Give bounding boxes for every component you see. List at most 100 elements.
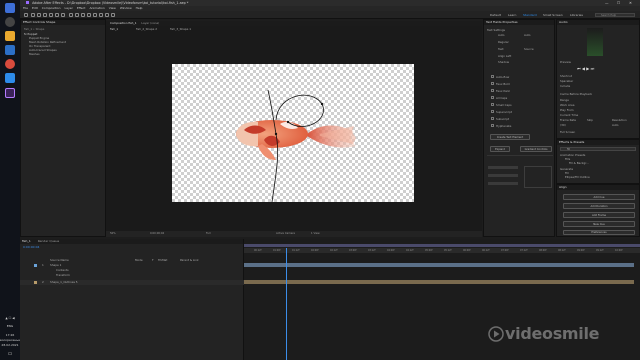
help-search-input[interactable]: Search Help [595,13,635,17]
effect-ellipse-fill[interactable]: Ellipse/Fill Outline [565,175,590,179]
zoom-tool-icon[interactable] [43,13,47,17]
roto-tool-icon[interactable] [105,13,109,17]
menu-layer[interactable]: Layer [65,6,73,10]
render-queue-tab[interactable]: Render Queue [38,239,60,243]
camera-dropdown[interactable]: Active Camera [276,231,295,237]
timeline-timecode[interactable]: 0:00:00:04 [23,245,39,249]
menu-composition[interactable]: Composition [42,6,61,10]
effect-controls-tab[interactable]: Effect Controls Shape [21,20,105,25]
add-frame-button[interactable]: Add Frame [563,212,635,218]
menu-edit[interactable]: Edit [32,6,38,10]
subtab-fish-1[interactable]: fish_1 [110,27,118,31]
tab-layer[interactable]: Layer (none) [141,21,159,25]
subtab-fish-2[interactable]: fish_2_Shape 2 [136,27,157,31]
range-dropdown[interactable]: Work Area [560,103,574,107]
path-vertex-2[interactable] [286,120,290,124]
browser-icon[interactable] [5,45,15,55]
auto-flow-checkbox[interactable] [491,75,494,78]
effects-search-input[interactable]: fill [560,147,636,151]
tab-composition[interactable]: Composition fish_1 [110,21,137,25]
effects-tab[interactable]: Effects & Presets [557,140,639,145]
camera-tool-icon[interactable] [55,13,59,17]
layer-bar-2[interactable] [244,280,634,284]
preferences-button[interactable]: Preferences [563,230,635,235]
clone-tool-icon[interactable] [93,13,97,17]
menu-view[interactable]: View [109,6,116,10]
small-caps-checkbox[interactable] [491,103,494,106]
workspace-default[interactable]: Default [490,12,501,18]
after-effects-taskbar-icon[interactable] [5,88,15,98]
new-cue-button[interactable]: New Cue [563,221,635,227]
expand-button[interactable]: Expand [490,146,510,152]
menu-window[interactable]: Window [120,6,132,10]
telegram-icon[interactable] [5,73,15,83]
gradient-controls-button[interactable]: Gradient Controls [520,146,552,152]
faux-bold-checkbox[interactable] [491,82,494,85]
cache-before-playback[interactable]: Cache Before Playback [560,92,592,96]
path-vertex-3[interactable] [274,132,278,136]
layer-bar-1[interactable] [244,263,634,267]
rotate-tool-icon[interactable] [49,13,53,17]
resolution-dropdown-preview[interactable]: Auto [612,123,619,127]
slider-track-3[interactable] [488,182,518,185]
work-area-bar[interactable] [244,244,640,247]
zoom-dropdown[interactable]: 50% [110,231,116,237]
all-caps-checkbox[interactable] [491,96,494,99]
search-icon[interactable] [5,17,15,27]
font-style-dropdown[interactable]: Regular [498,40,509,44]
pan-behind-tool-icon[interactable] [61,13,65,17]
add-duration-button[interactable]: Add Duration [563,203,635,209]
superscript-checkbox[interactable] [491,110,494,113]
workspace-small-screen[interactable]: Small Screen [543,12,563,18]
notification-icon[interactable]: ▭ [0,351,20,357]
workspace-learn[interactable]: Learn [508,12,516,18]
resolution-dropdown[interactable]: Full [206,231,210,237]
language-indicator[interactable]: ENG [0,324,20,328]
frame-rate-field[interactable]: (30) [560,123,566,127]
type-tool-icon[interactable] [81,13,85,17]
add-cue-button[interactable]: Add Cue [563,194,635,200]
menu-file[interactable]: File [23,6,28,10]
path-vertex-1[interactable] [320,102,324,106]
playback-controls-icon[interactable]: ⏮ ◀ ▶ ⏭ [577,66,594,71]
chrome-icon[interactable] [5,59,15,69]
faux-italic-checkbox[interactable] [491,89,494,92]
hand-tool-icon[interactable] [37,13,41,17]
windows-start-icon[interactable] [5,3,15,13]
preset-fill-backgr[interactable]: Fill & Backgr... [569,161,589,165]
workspace-libraries[interactable]: Libraries [570,12,583,18]
font-size-field[interactable]: Auto [498,33,505,37]
time-ruler[interactable]: 00:12f 01:00f 01:12f 02:00f 02:12f 03:00… [244,248,640,253]
shortcut-dropdown[interactable]: Spacebar [560,79,573,83]
play-from-dropdown[interactable]: Current Time [560,113,578,117]
align-tab[interactable]: Align [557,185,639,190]
rectangle-tool-icon[interactable] [69,13,73,17]
playhead[interactable] [286,248,287,360]
group-animation-presets[interactable]: Animation Presets [560,153,585,157]
create-text-button[interactable]: Create Text Element [490,134,530,140]
full-screen-checkbox[interactable]: Full Screen [560,130,575,134]
slider-track-1[interactable] [488,166,518,169]
audio-tab[interactable]: Audio [557,20,639,25]
menu-effect[interactable]: Effect [77,6,86,10]
workspace-standard[interactable]: Standard [523,12,537,18]
layer-row-transform[interactable]: Transform [20,273,244,278]
leading-field[interactable]: Auto [524,33,531,37]
home-tool-icon[interactable] [24,13,28,17]
align-left-label[interactable]: Align Left [498,54,511,58]
selection-tool-icon[interactable] [31,13,35,17]
slider-track-2[interactable] [488,174,518,177]
text-panel-tab[interactable]: Text Fields Properties [484,20,554,25]
viewer-timecode[interactable]: 0;00;00;04 [150,231,164,237]
pen-tool-icon[interactable] [75,13,79,17]
subscript-checkbox[interactable] [491,117,494,120]
layer-row-2[interactable]: 2 Shape_1_Outlines 5 [20,280,244,285]
shadow-label[interactable]: Shadow [498,60,509,64]
eraser-tool-icon[interactable] [99,13,103,17]
menu-help[interactable]: Help [136,6,143,10]
menu-animation[interactable]: Animation [89,6,104,10]
hyphenate-checkbox[interactable] [491,124,494,127]
file-explorer-icon[interactable] [5,31,15,41]
timeline-tab-fish-1[interactable]: fish_1 [22,239,31,243]
subtab-fish-3[interactable]: fish_3_Shape 1 [170,27,191,31]
